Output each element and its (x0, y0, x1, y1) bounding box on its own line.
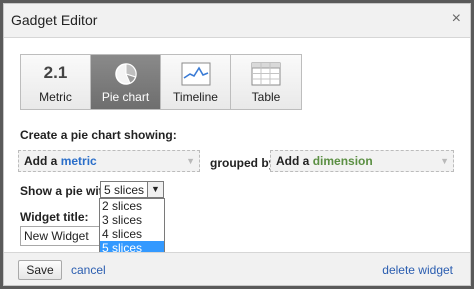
slices-option[interactable]: 2 slices (100, 199, 164, 213)
slices-select-value: 5 slices (104, 183, 145, 197)
slices-option[interactable]: 4 slices (100, 227, 164, 241)
tab-label: Table (251, 90, 281, 104)
title-bar: Gadget Editor × (4, 4, 470, 38)
show-pie-label: Show a pie with (20, 184, 111, 198)
chevron-down-icon[interactable]: ▼ (147, 182, 163, 197)
metric-select-prefix: Add a (24, 154, 58, 168)
dialog-title: Gadget Editor (11, 12, 98, 28)
cancel-link[interactable]: cancel (71, 263, 106, 277)
tab-timeline[interactable]: Timeline (161, 55, 231, 109)
metric-select[interactable]: Add a metric ▼ (18, 150, 200, 172)
dimension-select-word: dimension (312, 154, 373, 168)
tab-pie-chart[interactable]: Pie chart (91, 55, 161, 109)
tab-label: Timeline (173, 90, 218, 104)
save-button[interactable]: Save (18, 260, 62, 280)
slices-dropdown-list: 2 slices 3 slices 4 slices 5 slices (99, 198, 165, 256)
timeline-icon (161, 62, 230, 86)
tab-metric[interactable]: 2.1 Metric (21, 55, 91, 109)
metric-select-word: metric (60, 154, 97, 168)
tab-label: Pie chart (101, 90, 150, 104)
tab-label: Metric (39, 90, 72, 104)
slices-option[interactable]: 3 slices (100, 213, 164, 227)
dimension-select-prefix: Add a (276, 154, 310, 168)
chart-type-tabs: 2.1 Metric Pie chart Timeline Table (20, 54, 302, 110)
pie-chart-heading: Create a pie chart showing: (20, 128, 177, 142)
dimension-select[interactable]: Add a dimension ▼ (270, 150, 454, 172)
number-icon: 2.1 (43, 63, 68, 82)
chevron-down-icon: ▼ (186, 156, 195, 166)
gadget-editor-dialog: Gadget Editor × 2.1 Metric Pie chart Tim… (3, 3, 471, 286)
close-icon[interactable]: × (452, 10, 461, 28)
table-icon (231, 62, 301, 86)
widget-title-label: Widget title: (20, 210, 89, 224)
tab-table[interactable]: Table (231, 55, 301, 109)
dialog-footer: Save cancel delete widget (4, 252, 470, 285)
pie-chart-icon (91, 62, 160, 86)
chevron-down-icon: ▼ (440, 156, 449, 166)
delete-widget-link[interactable]: delete widget (382, 263, 453, 277)
widget-title-input[interactable] (20, 226, 100, 246)
grouped-by-label: grouped by (210, 156, 276, 170)
slices-select[interactable]: 5 slices ▼ (100, 181, 164, 198)
